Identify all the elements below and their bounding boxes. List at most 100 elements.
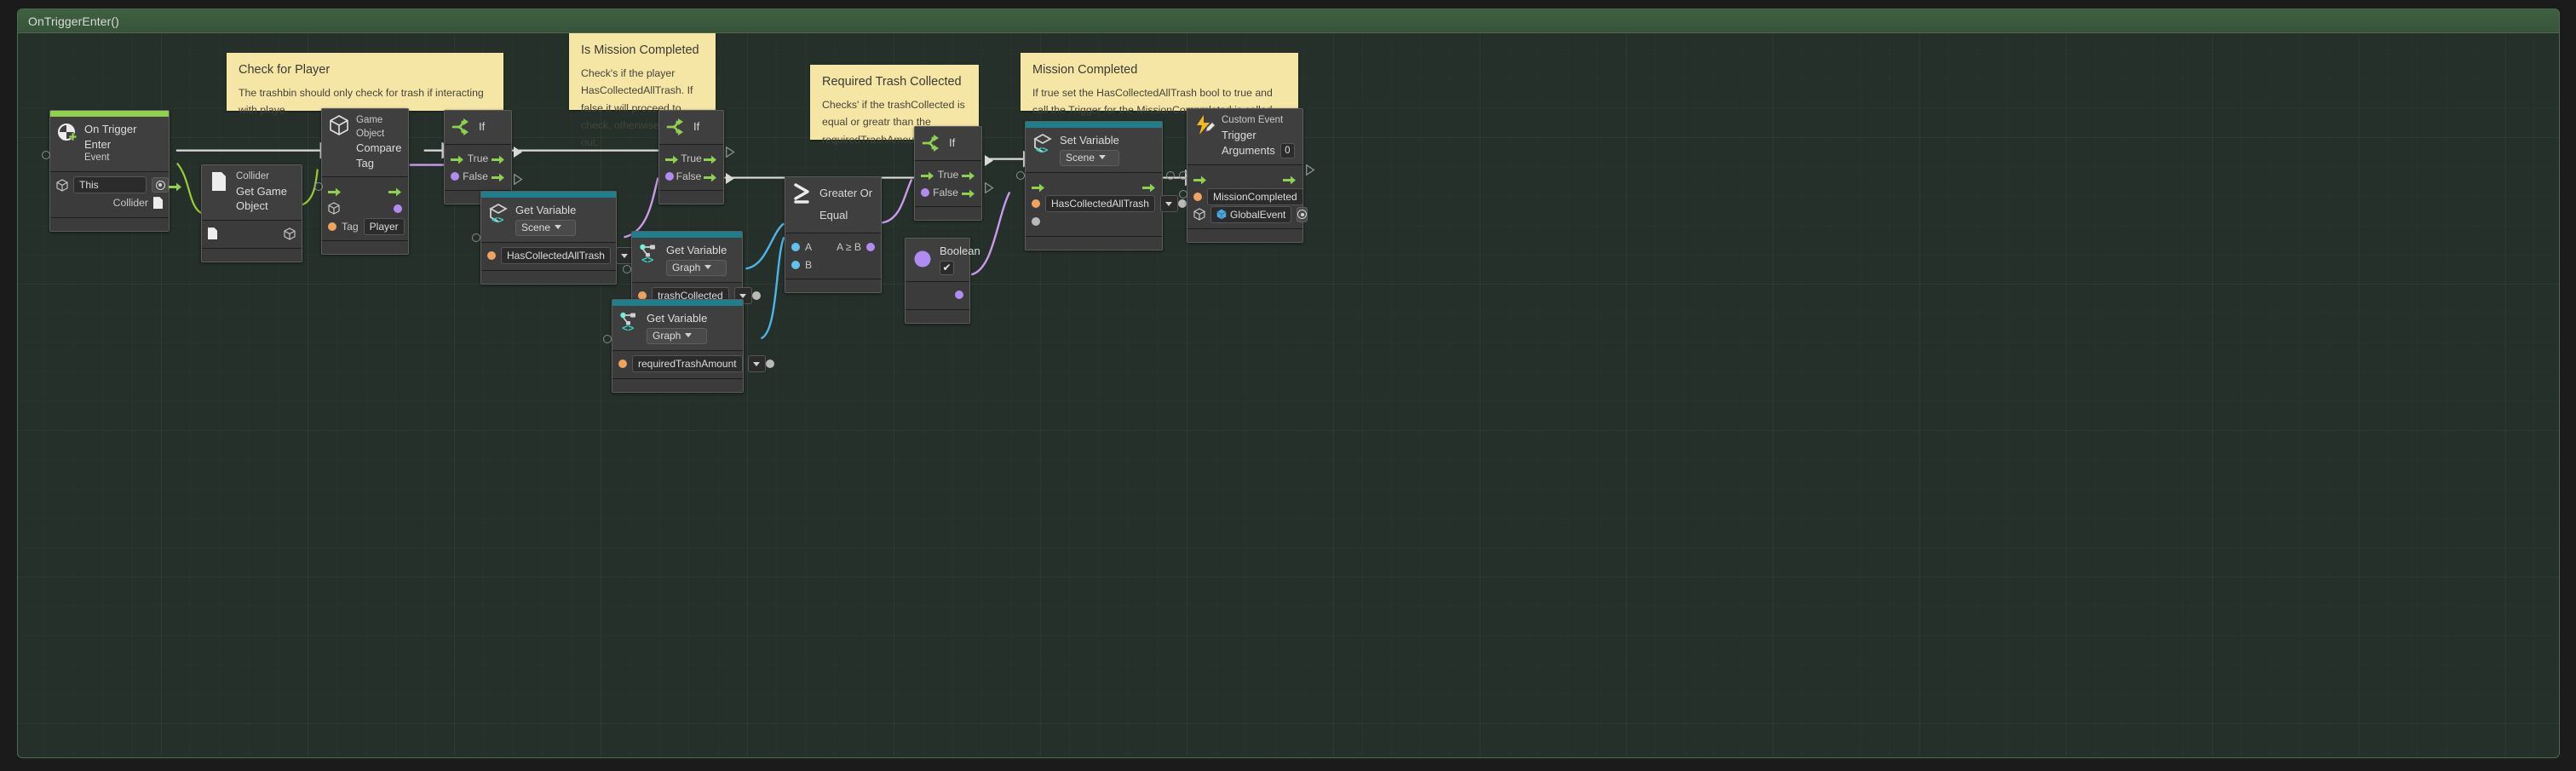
- boolean-checkbox[interactable]: ✔: [940, 260, 954, 275]
- flow-in-port[interactable]: [1032, 181, 1045, 192]
- variable-name-input-port[interactable]: [618, 360, 627, 369]
- flow-in-port[interactable]: [665, 153, 679, 164]
- get-var-trash-collected-in-anchor[interactable]: [623, 265, 631, 273]
- scope-dropdown[interactable]: Scene: [1060, 149, 1119, 166]
- flow-in-port[interactable]: [451, 153, 464, 164]
- variable-value-output-port[interactable]: [751, 291, 761, 301]
- if1-false-anchor[interactable]: [514, 173, 523, 189]
- node-accent: [50, 111, 169, 117]
- true-flow-out-port[interactable]: [703, 153, 717, 164]
- target-field[interactable]: This: [73, 176, 147, 194]
- custom-event-icon: [1193, 114, 1216, 136]
- false-flow-out-port[interactable]: [704, 171, 717, 182]
- flow-out-port[interactable]: [388, 186, 402, 197]
- scope-dropdown[interactable]: Graph: [666, 259, 727, 276]
- node-subtitle: Get Game Object: [236, 184, 287, 213]
- variable-dropdown-button[interactable]: [747, 355, 766, 373]
- bool-output-port[interactable]: [394, 204, 402, 213]
- condition-input-port[interactable]: [665, 171, 674, 181]
- on-trigger-enter-target-anchor[interactable]: [42, 151, 50, 159]
- result-output-port[interactable]: [866, 242, 875, 251]
- node-subtitle: Compare Tag: [356, 141, 402, 170]
- input-b-port[interactable]: [791, 260, 800, 269]
- tag-input-port[interactable]: [328, 222, 336, 231]
- node-custom-event[interactable]: Custom Event Trigger Arguments 0 Mission…: [1187, 108, 1308, 244]
- flow-in-port[interactable]: [328, 186, 342, 197]
- variable-name-input-port[interactable]: [1032, 199, 1040, 209]
- port-row-true: True: [451, 149, 505, 167]
- node-body: HasCollectedAllTrash: [481, 242, 642, 271]
- node-if-2[interactable]: If True False: [658, 110, 724, 204]
- node-get-variable-has-collected-all-trash[interactable]: <> Get Variable Scene HasCollectedAllTra…: [480, 191, 642, 285]
- true-label: True: [937, 168, 959, 181]
- target-object-field[interactable]: GlobalEvent: [1210, 205, 1292, 223]
- variable-name-field[interactable]: requiredTrashAmount: [632, 355, 743, 373]
- if2-false-anchor[interactable]: [726, 173, 735, 188]
- sticky-note-check-for-player[interactable]: Check for Player The trashbin should onl…: [227, 53, 503, 116]
- compare-tag-tag-anchor[interactable]: [314, 182, 323, 191]
- custom-event-out-anchor[interactable]: [1306, 164, 1315, 180]
- node-get-game-object[interactable]: Collider Get Game Object: [201, 164, 302, 262]
- value-input-port[interactable]: [1032, 217, 1040, 227]
- false-flow-out-port[interactable]: [492, 171, 505, 182]
- unity-variable-icon: <>: [1032, 133, 1054, 155]
- arguments-count-field[interactable]: 0: [1279, 143, 1295, 159]
- set-variable-name-anchor[interactable]: [1016, 171, 1025, 180]
- custom-event-name-anchor[interactable]: [1179, 171, 1187, 180]
- true-flow-out-port[interactable]: [961, 170, 975, 181]
- if3-true-anchor[interactable]: [985, 155, 994, 170]
- variable-dropdown-button[interactable]: [1159, 195, 1178, 213]
- set-variable-out-anchor[interactable]: [1166, 171, 1175, 180]
- flow-out-port[interactable]: [1283, 174, 1297, 185]
- node-boolean[interactable]: Boolean ✔: [905, 238, 980, 324]
- if3-false-anchor[interactable]: [985, 181, 994, 198]
- chevron-down-icon: [753, 361, 761, 366]
- sticky-note-mission-completed[interactable]: Mission Completed If true set the HasCol…: [1021, 53, 1298, 116]
- boolean-output-port[interactable]: [955, 291, 963, 300]
- flow-in-port[interactable]: [1193, 174, 1207, 185]
- scope-dropdown[interactable]: Graph: [647, 327, 708, 344]
- sticky-note-is-mission-completed[interactable]: Is Mission Completed Check's if the play…: [569, 33, 716, 148]
- variable-value-output-port[interactable]: [765, 360, 774, 369]
- variable-name-field[interactable]: HasCollectedAllTrash: [501, 247, 611, 265]
- collider-output-port[interactable]: [153, 197, 163, 210]
- node-set-variable[interactable]: <> Set Variable Scene HasCollectedAllTra…: [1025, 121, 1187, 250]
- graph-variable-icon: <>: [618, 311, 641, 333]
- variable-name-field[interactable]: HasCollectedAllTrash: [1045, 195, 1155, 213]
- input-a-port[interactable]: [791, 242, 800, 251]
- event-name-input-port[interactable]: [1193, 192, 1202, 201]
- node-get-variable-required-trash-amount[interactable]: <> Get Variable Graph requiredTrashAmoun…: [612, 299, 774, 393]
- tag-value-field[interactable]: Player: [363, 217, 405, 235]
- node-on-trigger-enter[interactable]: On Trigger Enter Event This Collider: [49, 110, 181, 232]
- node-footer: [1187, 229, 1302, 243]
- target-picker-button[interactable]: [1297, 206, 1308, 222]
- custom-event-target-anchor[interactable]: [1179, 190, 1187, 199]
- node-greater-or-equal[interactable]: Greater Or Equal A A ≥ B B: [785, 176, 882, 293]
- game-object-input-port[interactable]: [328, 202, 340, 215]
- graph-group-on-trigger-enter: OnTriggerEnter() Check for Player The tr…: [17, 9, 2560, 758]
- get-var-required-in-anchor[interactable]: [603, 335, 612, 343]
- flow-out-port[interactable]: [169, 181, 182, 192]
- true-flow-out-port[interactable]: [491, 153, 505, 164]
- false-flow-out-port[interactable]: [962, 187, 975, 199]
- condition-input-port[interactable]: [451, 171, 459, 181]
- port-row-variable: requiredTrashAmount: [618, 355, 774, 373]
- get-var-has-collected-in-anchor[interactable]: [472, 233, 480, 242]
- game-object-output-port[interactable]: [284, 227, 296, 240]
- node-compare-tag[interactable]: Game Object Compare Tag Tag Player: [321, 108, 409, 256]
- node-if-3[interactable]: If True False: [914, 126, 982, 221]
- node-accent: [481, 192, 616, 198]
- collider-input-port[interactable]: [208, 227, 217, 240]
- variable-value-output-port[interactable]: [1177, 199, 1187, 209]
- scope-dropdown[interactable]: Scene: [515, 219, 577, 236]
- flow-out-port[interactable]: [1142, 181, 1156, 192]
- target-picker-button[interactable]: [152, 177, 169, 193]
- flow-in-port[interactable]: [921, 170, 934, 181]
- event-name-field[interactable]: MissionCompleted: [1207, 187, 1303, 205]
- false-label: False: [676, 170, 702, 182]
- graph-group-header[interactable]: OnTriggerEnter(): [18, 9, 2559, 33]
- if1-true-anchor[interactable]: [514, 147, 523, 162]
- if2-true-anchor[interactable]: [726, 146, 735, 162]
- variable-name-input-port[interactable]: [487, 251, 496, 261]
- condition-input-port[interactable]: [921, 187, 929, 197]
